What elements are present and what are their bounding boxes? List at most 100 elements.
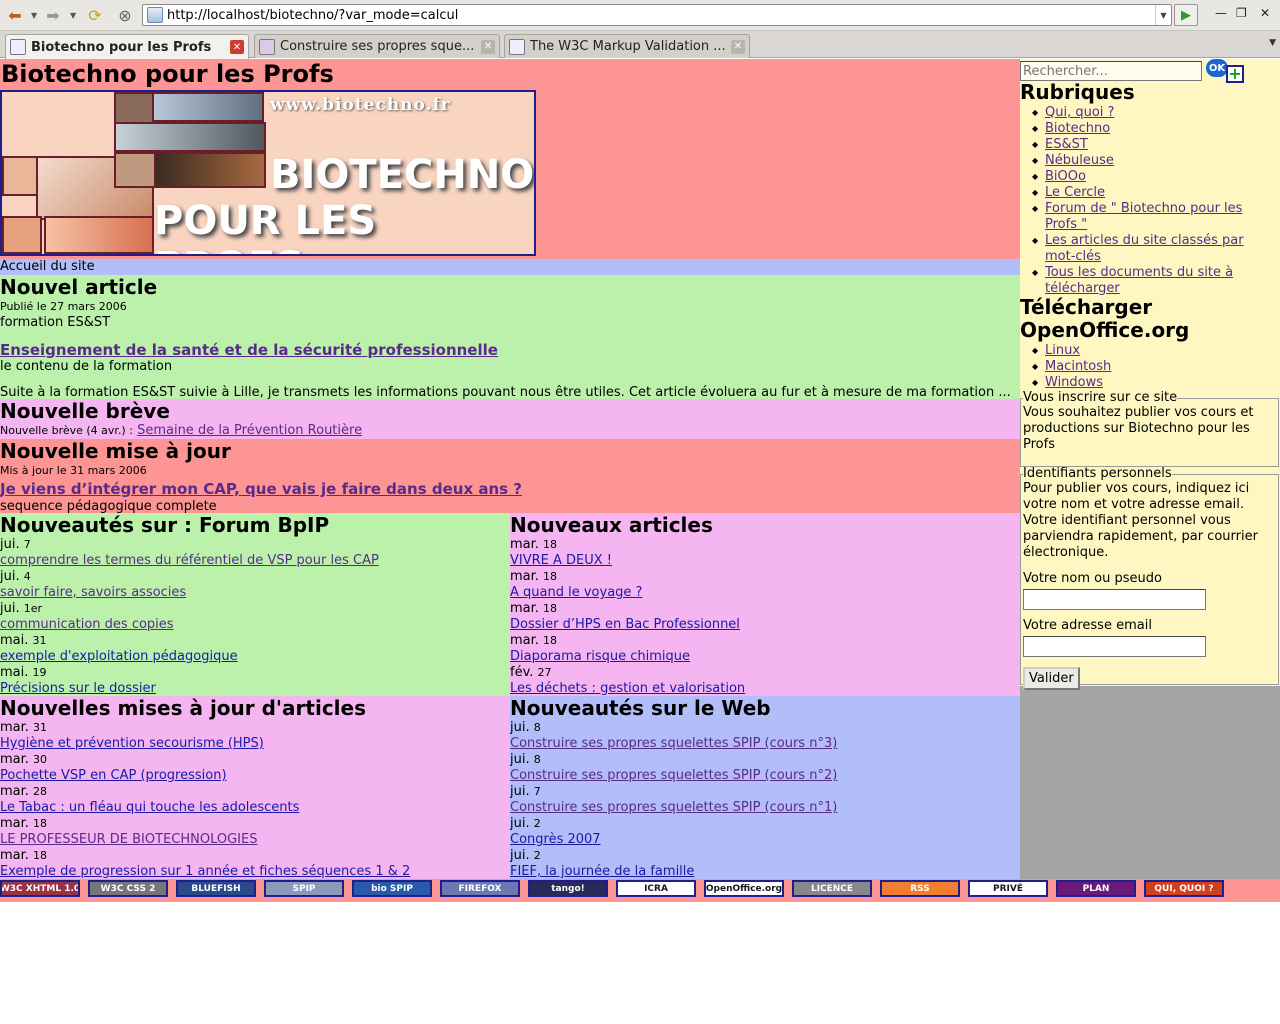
back-arrow-icon[interactable]: ⬅ [4,4,26,26]
item-link[interactable]: exemple d'exploitation pédagogique [0,649,510,665]
item-link[interactable]: Le Tabac : un fléau qui touche les adole… [0,800,510,816]
item-link[interactable]: VIVRE A DEUX ! [510,553,1020,569]
rubrique-link[interactable]: BiOOo [1045,169,1086,184]
go-button[interactable]: ▶ [1174,4,1198,26]
forward-history-dropdown-icon[interactable]: ▼ [70,4,76,26]
restore-icon[interactable]: ❐ [1236,6,1247,20]
rubrique-link[interactable]: Nébuleuse [1045,153,1114,168]
add-search-plus-icon[interactable]: + [1226,65,1244,83]
section-heading: Nouveautés sur le Web [510,696,771,720]
rubrique-link[interactable]: Tous les documents du site à télécharger [1045,265,1233,296]
item-link[interactable]: savoir faire, savoirs associes [0,585,510,601]
section-heading: Nouveautés sur : Forum BpIP [0,513,330,537]
breadcrumb[interactable]: Accueil du site [0,259,1020,275]
url-bar[interactable]: http://localhost/biotechno/?var_mode=cal… [142,4,1172,26]
new-breve-section: Nouvelle brève Nouvelle brève (4 avr.) :… [0,399,1020,439]
footer-badge[interactable]: OpenOffice.org [704,880,784,897]
close-tab-icon[interactable]: ✕ [230,40,244,54]
item-link[interactable]: Construire ses propres squelettes SPIP (… [510,768,1020,784]
news-list: mar. 31 Hygiène et prévention secourisme … [0,720,510,880]
footer-badge[interactable]: QUI, QUOI ? [1144,880,1224,897]
browser-toolbar: ⬅ ▼ ➡ ▼ ⟳ ⊗ http://localhost/biotechno/?… [0,0,1280,31]
download-link[interactable]: Linux [1045,343,1080,358]
item-link[interactable]: communication des copies [0,617,510,633]
footer-badge[interactable]: PLAN [1056,880,1136,897]
news-list: jui. 8 Construire ses propres squelettes … [510,720,1020,880]
item-link[interactable]: Congrès 2007 [510,832,1020,848]
item-link[interactable]: FIEF, la journée de la famille [510,864,1020,880]
close-window-icon[interactable]: ✕ [1260,6,1270,20]
close-tab-icon[interactable]: ✕ [731,39,745,54]
forward-arrow-icon[interactable]: ➡ [42,4,64,26]
email-field[interactable] [1023,636,1206,657]
item-link[interactable]: Exemple de progression sur 1 année et fi… [0,864,510,880]
site-banner[interactable]: www.biotechno.fr BIOTECHNO POUR LES PROF… [0,90,536,256]
download-link[interactable]: Macintosh [1045,359,1111,374]
web-news-section: Nouveautés sur le Web jui. 8 Construire s… [510,696,1020,879]
email-label: Votre adresse email [1023,618,1152,633]
rubrique-link[interactable]: ES&ST [1045,137,1088,152]
item-link[interactable]: Pochette VSP en CAP (progression) [0,768,510,784]
rubrique-link[interactable]: Les articles du site classés par mot-clé… [1045,233,1244,264]
item-link[interactable]: Dossier d’HPS en Bac Professionnel [510,617,1020,633]
footer-badge[interactable]: FIREFOX [440,880,520,897]
rubrique-link[interactable]: Qui, quoi ? [1045,105,1114,120]
item-link[interactable]: A quand le voyage ? [510,585,1020,601]
item-date: jui. 2 [510,816,541,831]
update-title-link[interactable]: Je viens d’intégrer mon CAP, que vais je… [0,479,1020,499]
footer-badge[interactable]: ICRA [616,880,696,897]
download-link[interactable]: Windows [1045,375,1103,390]
stop-icon[interactable]: ⊗ [114,4,136,26]
item-link[interactable]: Hygiène et prévention secourisme (HPS) [0,736,510,752]
tab-spip-squelettes[interactable]: Construire ses propres sque... ✕ [254,34,500,58]
item-date: jui. 2 [510,848,541,863]
url-history-dropdown-icon[interactable]: ▼ [1155,5,1171,25]
close-tab-icon[interactable]: ✕ [481,39,495,54]
footer-badge[interactable]: tango! [528,880,608,897]
page-icon [509,38,525,55]
search-input[interactable] [1020,61,1202,81]
rubrique-link[interactable]: Forum de " Biotechno pour les Profs " [1045,201,1242,232]
list-item: Qui, quoi ? [1032,105,1277,121]
item-link[interactable]: Précisions sur le dossier [0,681,510,697]
rubrique-link[interactable]: Le Cercle [1045,185,1105,200]
item-link[interactable]: Construire ses propres squelettes SPIP (… [510,800,1020,816]
item-link[interactable]: comprendre les termes du référentiel de … [0,553,510,569]
submit-button[interactable]: Valider [1023,667,1080,690]
rubrique-link[interactable]: Biotechno [1045,121,1110,136]
footer-badge[interactable]: bio SPIP [352,880,432,897]
breve-link[interactable]: Semaine de la Prévention Routière [137,423,362,438]
item-link[interactable]: Diaporama risque chimique [510,649,1020,665]
banner-tile [154,152,266,188]
item-link[interactable]: Les déchets : gestion et valorisation [510,681,1020,697]
spip-icon [259,38,275,55]
banner-title-line2: POUR LES PROFS [154,198,377,254]
name-field[interactable] [1023,589,1206,610]
reload-icon[interactable]: ⟳ [84,4,106,26]
banner-title-line1: BIOTECHNO [270,152,535,198]
footer-badge[interactable]: PRIVÉ [968,880,1048,897]
url-text[interactable]: http://localhost/biotechno/?var_mode=cal… [167,8,1155,23]
item-link[interactable]: Construire ses propres squelettes SPIP (… [510,736,1020,752]
search-ok-button[interactable]: OK [1206,59,1228,77]
tab-list-dropdown-icon[interactable]: ▼ [1269,38,1276,48]
banner-tile [114,152,156,188]
section-heading: Nouvelles mises à jour d'articles [0,696,367,720]
item-link[interactable]: LE PROFESSEUR DE BIOTECHNOLOGIES [0,832,510,848]
back-history-dropdown-icon[interactable]: ▼ [31,4,37,26]
footer-badge[interactable]: SPIP [264,880,344,897]
footer-badge[interactable]: W3C CSS 2 [88,880,168,897]
footer-badge[interactable]: W3C XHTML 1.0 [0,880,80,897]
footer-badge[interactable]: LICENCE [792,880,872,897]
section-heading: Nouvelle brève [0,399,170,423]
footer-badge[interactable]: RSS [880,880,960,897]
article-title-link[interactable]: Enseignement de la santé et de la sécuri… [0,341,1020,359]
list-item: Forum de " Biotechno pour les Profs " [1032,201,1277,233]
footer-badge[interactable]: BLUEFISH [176,880,256,897]
list-item: Macintosh [1032,359,1277,375]
publish-date: Publié le 27 mars 2006 [0,300,127,313]
tab-w3c-validator[interactable]: The W3C Markup Validation ... ✕ [504,34,750,58]
item-date: jui. 7 [0,537,31,552]
tab-biotechno[interactable]: Biotechno pour les Profs ✕ [5,34,249,59]
minimize-icon[interactable]: — [1215,6,1227,20]
